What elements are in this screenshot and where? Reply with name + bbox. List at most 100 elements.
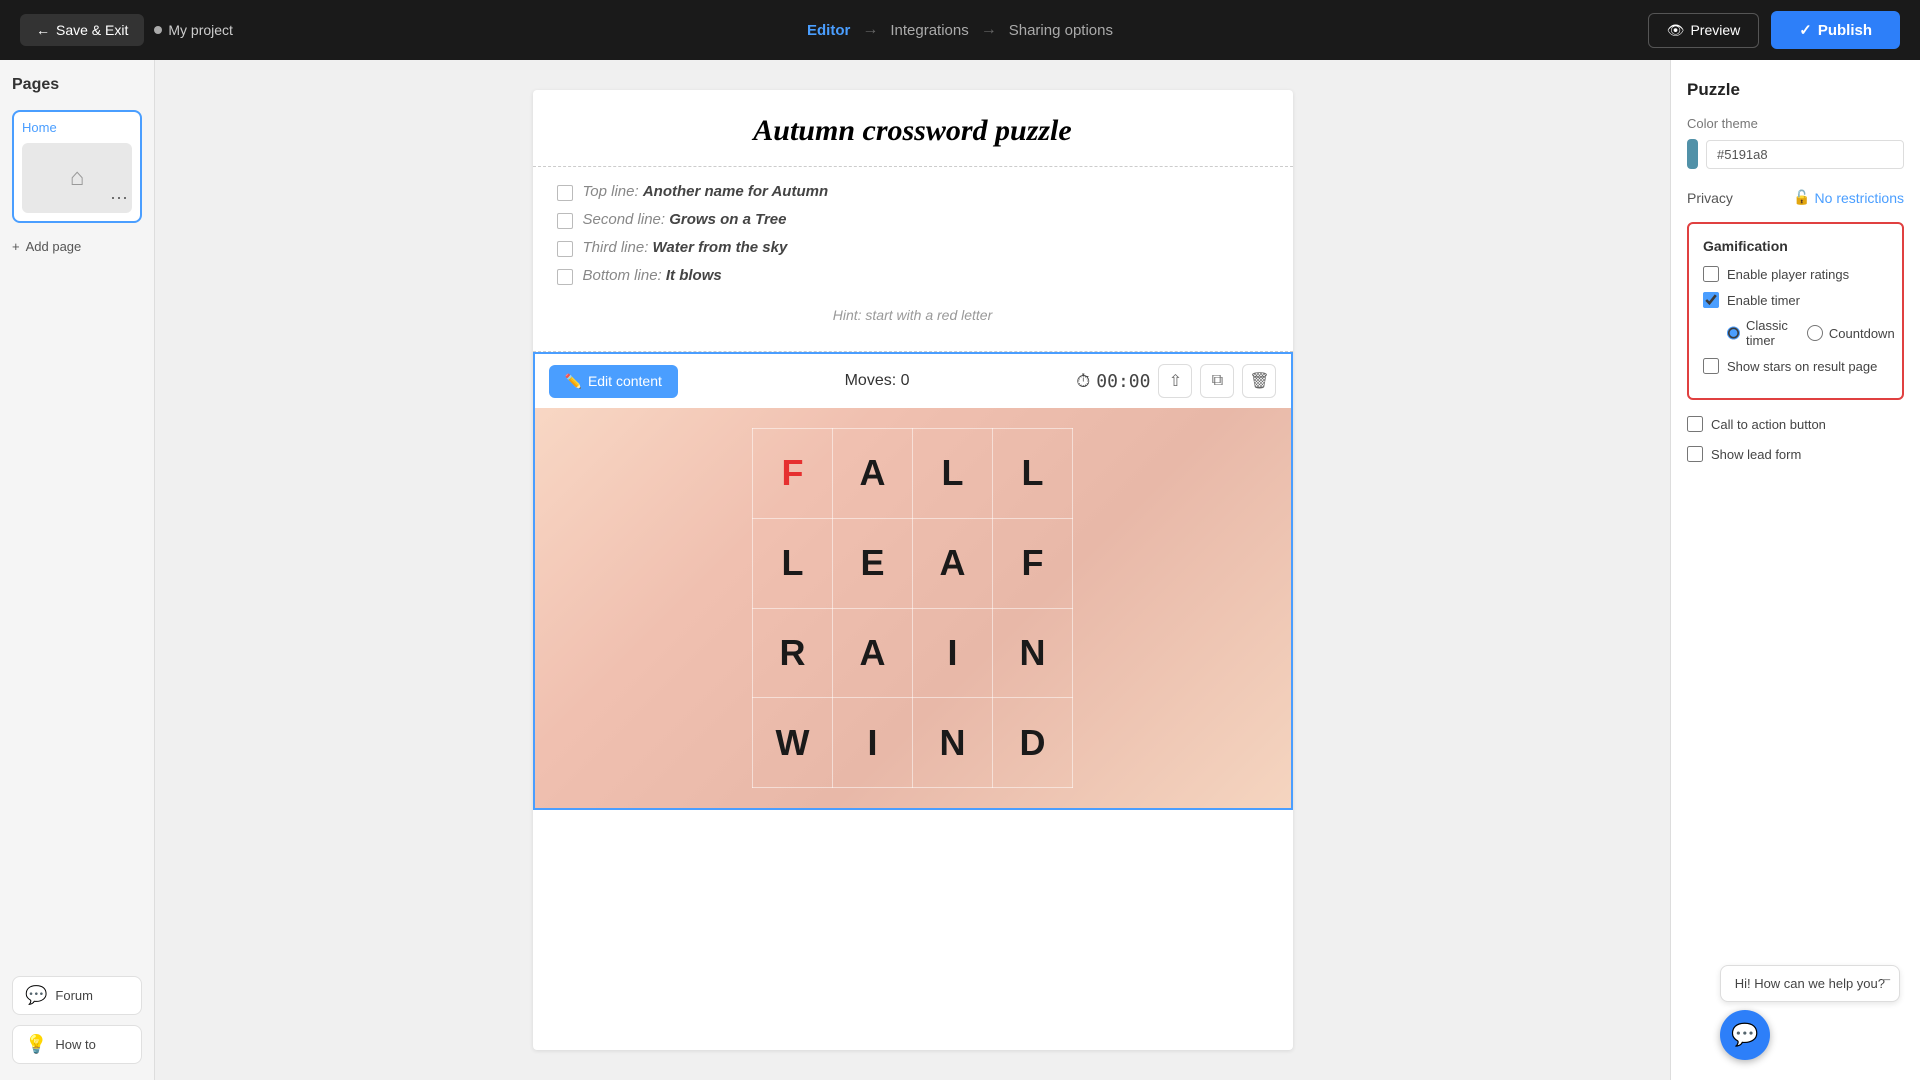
nav-step-sharing[interactable]: Sharing options — [1009, 22, 1113, 39]
moves-counter: Moves: 0 — [845, 372, 910, 390]
puzzle-container: Autumn crossword puzzle Top line: Anothe… — [533, 90, 1293, 1050]
classic-timer-option: Classic timer — [1727, 318, 1791, 348]
edit-content-button[interactable]: ✏️ Edit content — [549, 365, 678, 398]
dot-icon — [154, 26, 162, 34]
show-lead-form-row: Show lead form — [1687, 446, 1904, 462]
privacy-label: Privacy — [1687, 190, 1733, 206]
home-icon: ⌂ — [70, 164, 85, 192]
preview-button[interactable]: 👁 Preview — [1648, 13, 1760, 48]
puzzle-editor: ✏️ Edit content Moves: 0 ⏱ 00:00 ⇧ ⧉ — [533, 352, 1293, 810]
show-lead-form-label: Show lead form — [1711, 447, 1801, 462]
color-theme-label: Color theme — [1687, 116, 1904, 131]
clue-position-3: Third line: — [583, 239, 649, 256]
clue-item-2: Second line: Grows on a Tree — [557, 211, 1269, 229]
gamification-title: Gamification — [1703, 238, 1888, 254]
nav-step-editor[interactable]: Editor — [807, 22, 850, 39]
page-card-home[interactable]: Home ⌂ ⋯ — [12, 110, 142, 223]
clue-item-4: Bottom line: It blows — [557, 267, 1269, 285]
sidebar-title: Pages — [12, 76, 142, 94]
add-page-button[interactable]: + Add page — [12, 239, 142, 254]
show-lead-form-checkbox[interactable] — [1687, 446, 1703, 462]
color-theme-section: Color theme — [1687, 116, 1904, 169]
call-to-action-label: Call to action button — [1711, 417, 1826, 432]
grid-cell-3-1: I — [833, 698, 913, 788]
clue-item-1: Top line: Another name for Autumn — [557, 183, 1269, 201]
show-stars-row: Show stars on result page — [1703, 358, 1888, 374]
enable-timer-checkbox[interactable] — [1703, 292, 1719, 308]
sidebar-forum-button[interactable]: 💬 Forum — [12, 976, 142, 1015]
grid-cell-3-2: N — [913, 698, 993, 788]
more-options-icon[interactable]: ⋯ — [110, 188, 128, 209]
grid-cell-0-2: L — [913, 429, 993, 519]
color-row — [1687, 139, 1904, 169]
sidebar-howto-button[interactable]: 💡 How to — [12, 1025, 142, 1064]
classic-timer-radio[interactable] — [1727, 325, 1740, 341]
plus-icon: + — [12, 239, 20, 254]
crossword-grid: F A L L L E A F R A — [535, 408, 1291, 808]
chat-bubble-button[interactable]: 💬 — [1720, 1010, 1770, 1060]
lock-icon: 🔓 — [1793, 189, 1810, 206]
clue-text-3: Water from the sky — [653, 239, 788, 256]
color-swatch[interactable] — [1687, 139, 1698, 169]
grid-cell-0-1: A — [833, 429, 913, 519]
pencil-icon: ✏️ — [565, 373, 582, 390]
howto-icon: 💡 — [25, 1034, 47, 1055]
top-nav: ← Save & Exit My project Editor → Integr… — [0, 0, 1920, 60]
privacy-row: Privacy 🔓 No restrictions — [1687, 189, 1904, 206]
toolbar-icons: ⏱ 00:00 ⇧ ⧉ 🗑 — [1076, 364, 1276, 398]
gamification-box: Gamification Enable player ratings Enabl… — [1687, 222, 1904, 400]
nav-step-integrations[interactable]: Integrations — [890, 22, 968, 39]
nav-arrow-1: → — [862, 21, 878, 39]
grid-table: F A L L L E A F R A — [752, 428, 1073, 788]
grid-cell-3-3: D — [993, 698, 1073, 788]
chat-close-button[interactable]: − — [1882, 972, 1891, 990]
enable-player-ratings-label: Enable player ratings — [1727, 267, 1849, 282]
clue-checkbox-3[interactable] — [557, 241, 573, 257]
call-to-action-checkbox[interactable] — [1687, 416, 1703, 432]
delete-button[interactable]: 🗑 — [1242, 364, 1276, 398]
page-card-label: Home — [22, 120, 132, 135]
clue-checkbox-1[interactable] — [557, 185, 573, 201]
grid-cell-1-3: F — [993, 518, 1073, 608]
main-layout: Pages Home ⌂ ⋯ + Add page 💬 Forum 💡 How … — [0, 60, 1920, 1080]
sidebar: Pages Home ⌂ ⋯ + Add page 💬 Forum 💡 How … — [0, 60, 155, 1080]
clue-checkbox-2[interactable] — [557, 213, 573, 229]
nav-right: 👁 Preview ✓ Publish — [1648, 11, 1900, 49]
enable-player-ratings-checkbox[interactable] — [1703, 266, 1719, 282]
grid-row-2: R A I N — [753, 608, 1073, 698]
hint-text: Hint: start with a red letter — [557, 295, 1269, 335]
publish-button[interactable]: ✓ Publish — [1771, 11, 1900, 49]
clue-item-3: Third line: Water from the sky — [557, 239, 1269, 257]
clue-position-2: Second line: — [583, 211, 666, 228]
save-exit-button[interactable]: ← Save & Exit — [20, 14, 144, 46]
classic-timer-label: Classic timer — [1746, 318, 1791, 348]
copy-button[interactable]: ⧉ — [1200, 364, 1234, 398]
show-stars-checkbox[interactable] — [1703, 358, 1719, 374]
no-restrictions-button[interactable]: 🔓 No restrictions — [1793, 189, 1904, 206]
grid-cell-3-0: W — [753, 698, 833, 788]
call-to-action-row: Call to action button — [1687, 416, 1904, 432]
eye-icon: 👁 — [1667, 22, 1685, 39]
sidebar-bottom: 💬 Forum 💡 How to — [12, 976, 142, 1064]
grid-cell-1-0: L — [753, 518, 833, 608]
clue-position-4: Bottom line: — [583, 267, 662, 284]
show-stars-label: Show stars on result page — [1727, 359, 1877, 374]
nav-left: ← Save & Exit My project — [20, 14, 233, 46]
grid-cell-2-2: I — [913, 608, 993, 698]
grid-row-0: F A L L — [753, 429, 1073, 519]
color-input[interactable] — [1706, 140, 1904, 169]
chat-tooltip-text: Hi! How can we help you? — [1735, 976, 1885, 991]
enable-timer-row: Enable timer — [1703, 292, 1888, 308]
puzzle-title: Autumn crossword puzzle — [533, 90, 1293, 167]
move-up-button[interactable]: ⇧ — [1158, 364, 1192, 398]
forum-icon: 💬 — [25, 985, 47, 1006]
grid-cell-0-0: F — [753, 429, 833, 519]
content-area: Autumn crossword puzzle Top line: Anothe… — [155, 60, 1670, 1080]
grid-cell-0-3: L — [993, 429, 1073, 519]
clue-position-1: Top line: — [583, 183, 639, 200]
chat-tooltip: Hi! How can we help you? − — [1720, 965, 1900, 1002]
back-arrow-icon: ← — [36, 22, 50, 38]
nav-arrow-2: → — [981, 21, 997, 39]
countdown-radio[interactable] — [1807, 325, 1823, 341]
clue-checkbox-4[interactable] — [557, 269, 573, 285]
